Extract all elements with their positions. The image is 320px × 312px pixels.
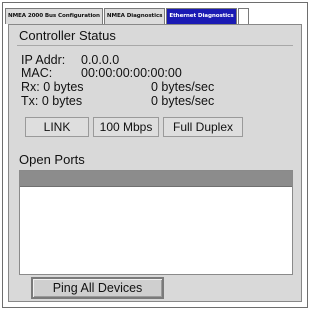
tab-bar-filler <box>237 8 249 24</box>
open-ports-title: Open Ports <box>19 152 85 167</box>
rx-bytes: Rx: 0 bytes <box>21 80 84 94</box>
mac-value: 00:00:00:00:00:00 <box>81 66 182 80</box>
tx-bytes: Tx: 0 bytes <box>21 94 83 108</box>
ping-all-devices-button[interactable]: Ping All Devices <box>31 277 164 299</box>
ip-address-value: 0.0.0.0 <box>81 53 120 67</box>
controller-status-divider <box>17 45 293 46</box>
controller-status-title: Controller Status <box>19 28 116 43</box>
mac-label: MAC: <box>21 66 53 80</box>
speed-indicator: 100 Mbps <box>93 117 159 137</box>
duplex-indicator: Full Duplex <box>163 117 243 137</box>
ethernet-diagnostics-panel: Controller Status IP Addr: 0.0.0.0 MAC: … <box>8 24 302 302</box>
rx-rate: 0 bytes/sec <box>151 80 215 94</box>
tx-rate: 0 bytes/sec <box>151 94 215 108</box>
ip-address-label: IP Addr: <box>21 53 66 67</box>
tab-ethernet-diagnostics[interactable]: Ethernet Diagnostics <box>166 8 237 24</box>
open-ports-list[interactable] <box>19 170 293 275</box>
open-ports-list-header <box>20 171 292 187</box>
tab-nmea2000-bus-configuration[interactable]: NMEA 2000 Bus Configuration <box>5 8 103 24</box>
tab-bar: NMEA 2000 Bus Configuration NMEA Diagnos… <box>5 8 249 24</box>
tab-nmea-diagnostics[interactable]: NMEA Diagnostics <box>103 8 166 24</box>
link-indicator: LINK <box>25 117 89 137</box>
